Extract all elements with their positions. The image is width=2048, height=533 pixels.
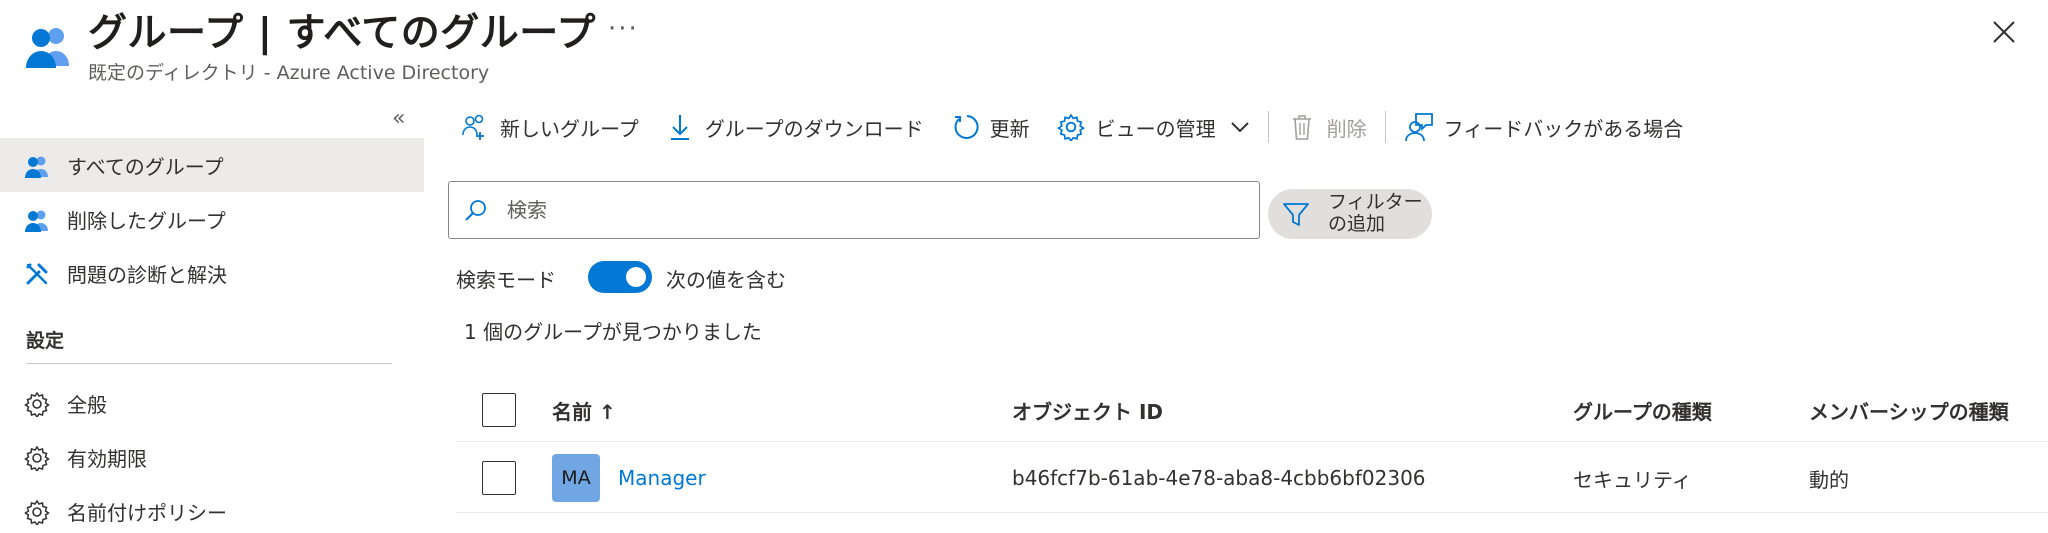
- trash-icon: [1287, 112, 1317, 142]
- feedback-icon: [1404, 112, 1434, 142]
- search-mode-value: 次の値を含む: [666, 268, 786, 292]
- sidebar: « すべてのグループ 削除したグループ 問題の診断と解決 設定 全般 有効期限: [0, 100, 424, 533]
- sidebar-item-label: 全般: [67, 392, 107, 417]
- toggle-knob: [626, 267, 646, 287]
- collapse-sidebar-button[interactable]: «: [392, 106, 405, 131]
- delete-label: 削除: [1326, 116, 1367, 141]
- sidebar-item-label: 削除したグループ: [67, 208, 226, 233]
- sidebar-item-naming-policy[interactable]: 名前付けポリシー: [0, 484, 424, 533]
- manage-view-label: ビューの管理: [1095, 116, 1216, 141]
- users-group-icon: [24, 24, 74, 68]
- new-group-label: 新しいグループ: [500, 116, 639, 141]
- sidebar-item-general[interactable]: 全般: [0, 376, 424, 430]
- settings-section-header: 設定: [26, 330, 65, 352]
- add-filter-label: フィルターの追加: [1328, 191, 1423, 235]
- download-label: グループのダウンロード: [704, 116, 924, 141]
- sidebar-item-label: 問題の診断と解決: [67, 262, 227, 287]
- add-filter-button[interactable]: フィルターの追加: [1268, 189, 1432, 239]
- search-mode-label: 検索モード: [456, 268, 556, 292]
- sidebar-item-label: 有効期限: [67, 446, 147, 471]
- download-icon: [665, 112, 695, 142]
- object-id-cell: b46fcf7b-61ab-4e78-aba8-4cbb6bf02306: [1012, 466, 1426, 490]
- sidebar-item-label: すべてのグループ: [67, 154, 224, 179]
- users-group-icon: [24, 153, 50, 179]
- column-header-group-type[interactable]: グループの種類: [1573, 378, 1712, 442]
- result-count: 1 個のグループが見つかりました: [464, 320, 762, 344]
- close-button[interactable]: [1986, 16, 2022, 52]
- page-title: グループ | すべてのグループ: [88, 11, 596, 56]
- section-divider: [26, 363, 392, 364]
- manage-view-button[interactable]: ビューの管理: [1056, 100, 1250, 154]
- refresh-button[interactable]: 更新: [950, 100, 1030, 154]
- sidebar-item-all-groups[interactable]: すべてのグループ: [0, 138, 424, 192]
- chevron-down-icon: [1230, 121, 1250, 133]
- table-header: 名前 ↑ オブジェクト ID グループの種類 メンバーシップの種類: [456, 378, 2048, 442]
- page-header: グループ | すべてのグループ ··· 既定のディレクトリ - Azure Ac…: [0, 0, 2048, 100]
- filter-icon: [1282, 201, 1310, 229]
- refresh-label: 更新: [989, 116, 1030, 141]
- column-header-name[interactable]: 名前 ↑: [552, 378, 616, 442]
- search-mode-toggle[interactable]: [588, 261, 652, 293]
- feedback-label: フィードバックがある場合: [1443, 116, 1684, 141]
- toolbar-separator: [1384, 111, 1386, 143]
- sidebar-item-diagnose[interactable]: 問題の診断と解決: [0, 246, 424, 300]
- search-icon: [463, 198, 489, 224]
- select-all-checkbox[interactable]: [482, 393, 516, 427]
- delete-button[interactable]: 削除: [1287, 100, 1367, 154]
- search-box: [448, 181, 1260, 239]
- more-options-button[interactable]: ···: [608, 14, 639, 44]
- row-checkbox[interactable]: [482, 461, 516, 495]
- refresh-icon: [950, 112, 980, 142]
- avatar: MA: [552, 454, 600, 502]
- feedback-button[interactable]: フィードバックがある場合: [1404, 100, 1684, 154]
- command-bar: 新しいグループ グループのダウンロード 更新 ビューの管理 削除 フィードバック…: [460, 100, 1683, 154]
- download-groups-button[interactable]: グループのダウンロード: [665, 100, 924, 154]
- membership-type-cell: 動的: [1809, 467, 1849, 492]
- group-name-link[interactable]: Manager: [618, 443, 706, 513]
- page-subtitle: 既定のディレクトリ - Azure Active Directory: [88, 62, 490, 84]
- gear-icon: [24, 445, 50, 471]
- gear-icon: [24, 391, 50, 417]
- close-icon: [1992, 20, 2016, 48]
- toolbar-separator: [1267, 111, 1269, 143]
- search-input[interactable]: [507, 182, 1247, 238]
- new-group-button[interactable]: 新しいグループ: [460, 100, 639, 154]
- sidebar-item-deleted-groups[interactable]: 削除したグループ: [0, 192, 424, 246]
- wrench-icon: [24, 261, 50, 287]
- users-group-icon: [24, 207, 50, 233]
- table-row: MA Manager b46fcf7b-61ab-4e78-aba8-4cbb6…: [456, 443, 2048, 513]
- group-type-cell: セキュリティ: [1573, 467, 1692, 492]
- gear-icon: [1056, 112, 1086, 142]
- gear-icon: [24, 499, 50, 525]
- sidebar-item-label: 名前付けポリシー: [67, 500, 227, 525]
- column-header-object-id[interactable]: オブジェクト ID: [1012, 378, 1163, 442]
- sidebar-item-expiration[interactable]: 有効期限: [0, 430, 424, 484]
- column-header-membership-type[interactable]: メンバーシップの種類: [1809, 378, 2009, 442]
- add-group-icon: [460, 112, 490, 142]
